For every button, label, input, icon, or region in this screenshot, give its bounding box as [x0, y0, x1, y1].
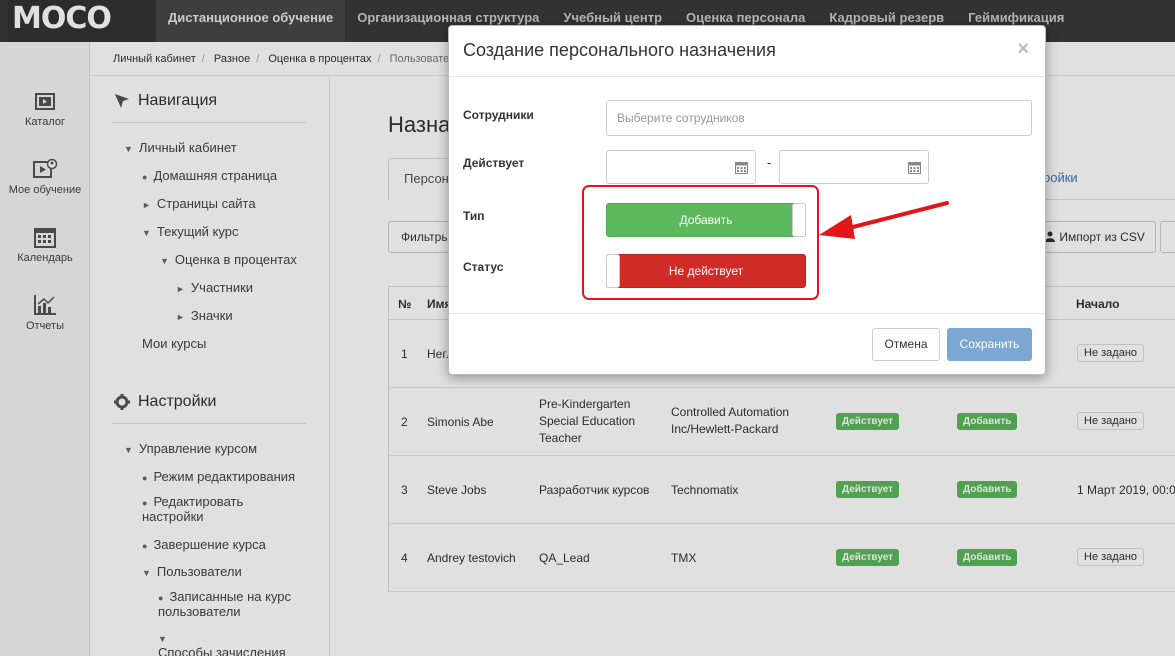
employees-select[interactable]	[606, 100, 1032, 136]
date-separator: -	[767, 155, 772, 170]
status-label: Статус	[463, 260, 504, 274]
modal-title: Создание персонального назначения	[463, 40, 776, 60]
save-button[interactable]: Сохранить	[947, 328, 1032, 361]
cancel-button[interactable]: Отмена	[872, 328, 940, 361]
annotation-arrow-icon	[819, 201, 949, 239]
date-to-field[interactable]	[779, 150, 929, 184]
highlight-annotation-box	[582, 185, 819, 300]
active-label: Действует	[463, 156, 525, 170]
employees-label: Сотрудники	[463, 108, 534, 122]
calendar-icon[interactable]	[735, 161, 748, 174]
close-icon[interactable]: ×	[1017, 38, 1029, 61]
calendar-icon[interactable]	[908, 161, 921, 174]
type-label: Тип	[463, 209, 485, 223]
date-from-field[interactable]	[606, 150, 756, 184]
